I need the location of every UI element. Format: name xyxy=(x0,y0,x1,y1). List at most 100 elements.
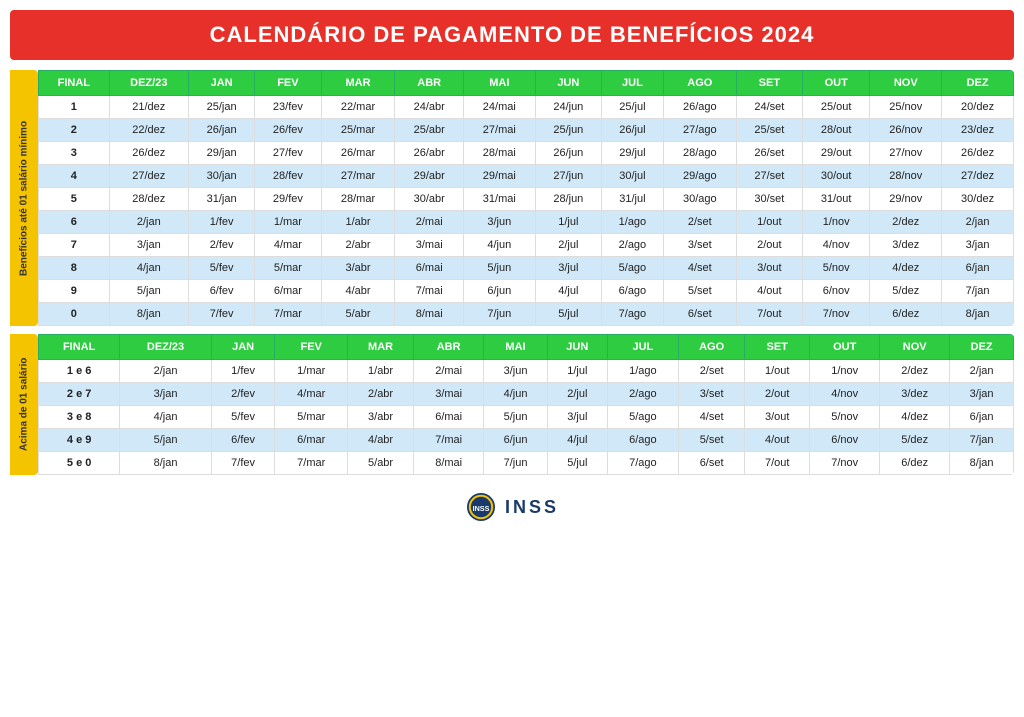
table-cell: 5/abr xyxy=(321,303,395,326)
table-cell: 26/jan xyxy=(188,119,254,142)
table-cell: 2/jan xyxy=(109,211,188,234)
table-cell: 24/mai xyxy=(463,96,535,119)
table-cell: 4/jan xyxy=(120,406,211,429)
table1-header-cell: JAN xyxy=(188,71,254,96)
table-cell: 25/set xyxy=(736,119,802,142)
table-cell: 5/dez xyxy=(870,280,942,303)
table-cell: 6/jan xyxy=(942,257,1014,280)
table-cell: 3/jan xyxy=(109,234,188,257)
inss-logo-icon: INSS xyxy=(465,491,497,523)
table2-header-cell: JUN xyxy=(547,335,607,360)
table-cell: 3/mai xyxy=(395,234,463,257)
table-cell: 7/jan xyxy=(942,280,1014,303)
table-cell: 6/ago xyxy=(601,280,663,303)
table-cell: 7/fev xyxy=(211,452,275,475)
table-cell: 6 xyxy=(39,211,110,234)
inss-label: INSS xyxy=(505,497,559,518)
table-row: 326/dez29/jan27/fev26/mar26/abr28/mai26/… xyxy=(39,142,1014,165)
table-cell: 7/out xyxy=(736,303,802,326)
table-cell: 4/out xyxy=(745,429,810,452)
table2-header-cell: ABR xyxy=(414,335,484,360)
table-cell: 29/mai xyxy=(463,165,535,188)
table-cell: 27/fev xyxy=(255,142,321,165)
table-row: 84/jan5/fev5/mar3/abr6/mai5/jun3/jul5/ag… xyxy=(39,257,1014,280)
table-cell: 7/jun xyxy=(484,452,548,475)
table-cell: 1/out xyxy=(745,360,810,383)
table-cell: 30/ago xyxy=(663,188,736,211)
table1-header-cell: JUN xyxy=(535,71,601,96)
table-cell: 6/nov xyxy=(803,280,870,303)
table-cell: 8/mai xyxy=(395,303,463,326)
table-cell: 4/abr xyxy=(321,280,395,303)
table-cell: 26/fev xyxy=(255,119,321,142)
table-cell: 26/ago xyxy=(663,96,736,119)
table-cell: 1 e 6 xyxy=(39,360,120,383)
table-cell: 2/jan xyxy=(120,360,211,383)
table-cell: 4/dez xyxy=(870,257,942,280)
table1-header-cell: MAR xyxy=(321,71,395,96)
svg-text:INSS: INSS xyxy=(473,504,490,513)
table-cell: 5/jul xyxy=(547,452,607,475)
table-cell: 8/jan xyxy=(942,303,1014,326)
table-cell: 27/mai xyxy=(463,119,535,142)
table2-header-cell: AGO xyxy=(679,335,745,360)
table1-header-cell: JUL xyxy=(601,71,663,96)
table1-section: Benefícios até 01 salário mínimo FINALDE… xyxy=(10,70,1014,326)
table-cell: 9 xyxy=(39,280,110,303)
table-cell: 27/ago xyxy=(663,119,736,142)
table-cell: 28/mai xyxy=(463,142,535,165)
table1-header-row: FINALDEZ/23JANFEVMARABRMAIJUNJULAGOSETOU… xyxy=(39,71,1014,96)
table-cell: 2/jan xyxy=(950,360,1014,383)
table-cell: 4/jan xyxy=(109,257,188,280)
table-cell: 2/ago xyxy=(607,383,678,406)
table-cell: 29/fev xyxy=(255,188,321,211)
table-cell: 2/fev xyxy=(211,383,275,406)
table-cell: 20/dez xyxy=(942,96,1014,119)
table1-header-cell: NOV xyxy=(870,71,942,96)
table-cell: 2/fev xyxy=(188,234,254,257)
table-cell: 29/jul xyxy=(601,142,663,165)
table2-header-cell: FINAL xyxy=(39,335,120,360)
table-cell: 3/abr xyxy=(347,406,413,429)
table-cell: 2 xyxy=(39,119,110,142)
table-cell: 3 e 8 xyxy=(39,406,120,429)
table-cell: 6/jun xyxy=(484,429,548,452)
table-cell: 25/jun xyxy=(535,119,601,142)
table-cell: 30/jan xyxy=(188,165,254,188)
table-cell: 27/dez xyxy=(942,165,1014,188)
table-cell: 3 xyxy=(39,142,110,165)
table-cell: 4/nov xyxy=(803,234,870,257)
table-cell: 30/jul xyxy=(601,165,663,188)
table-cell: 2/abr xyxy=(321,234,395,257)
table-cell: 8/jan xyxy=(120,452,211,475)
table-cell: 6/mar xyxy=(275,429,348,452)
table-cell: 5/set xyxy=(679,429,745,452)
table-cell: 7/mai xyxy=(395,280,463,303)
table-cell: 1/mar xyxy=(275,360,348,383)
table-row: 121/dez25/jan23/fev22/mar24/abr24/mai24/… xyxy=(39,96,1014,119)
table-cell: 25/jan xyxy=(188,96,254,119)
table-cell: 4/dez xyxy=(880,406,950,429)
table-cell: 2/mai xyxy=(395,211,463,234)
table-cell: 24/set xyxy=(736,96,802,119)
table-cell: 3/out xyxy=(736,257,802,280)
table-cell: 25/nov xyxy=(870,96,942,119)
table-cell: 2/dez xyxy=(870,211,942,234)
main-title: CALENDÁRIO DE PAGAMENTO DE BENEFÍCIOS 20… xyxy=(10,10,1014,60)
table1-header-cell: FINAL xyxy=(39,71,110,96)
table-cell: 28/out xyxy=(803,119,870,142)
table-cell: 1/abr xyxy=(347,360,413,383)
table2-header-cell: MAI xyxy=(484,335,548,360)
table-cell: 26/jun xyxy=(535,142,601,165)
table-cell: 1/jul xyxy=(535,211,601,234)
table-row: 1 e 62/jan1/fev1/mar1/abr2/mai3/jun1/jul… xyxy=(39,360,1014,383)
table-row: 73/jan2/fev4/mar2/abr3/mai4/jun2/jul2/ag… xyxy=(39,234,1014,257)
table-cell: 4/jul xyxy=(535,280,601,303)
table1-header-cell: ABR xyxy=(395,71,463,96)
table-cell: 6/dez xyxy=(870,303,942,326)
table-row: 08/jan7/fev7/mar5/abr8/mai7/jun5/jul7/ag… xyxy=(39,303,1014,326)
table-cell: 24/abr xyxy=(395,96,463,119)
table-cell: 28/jun xyxy=(535,188,601,211)
table-cell: 5/mar xyxy=(275,406,348,429)
table2-header-cell: DEZ xyxy=(950,335,1014,360)
